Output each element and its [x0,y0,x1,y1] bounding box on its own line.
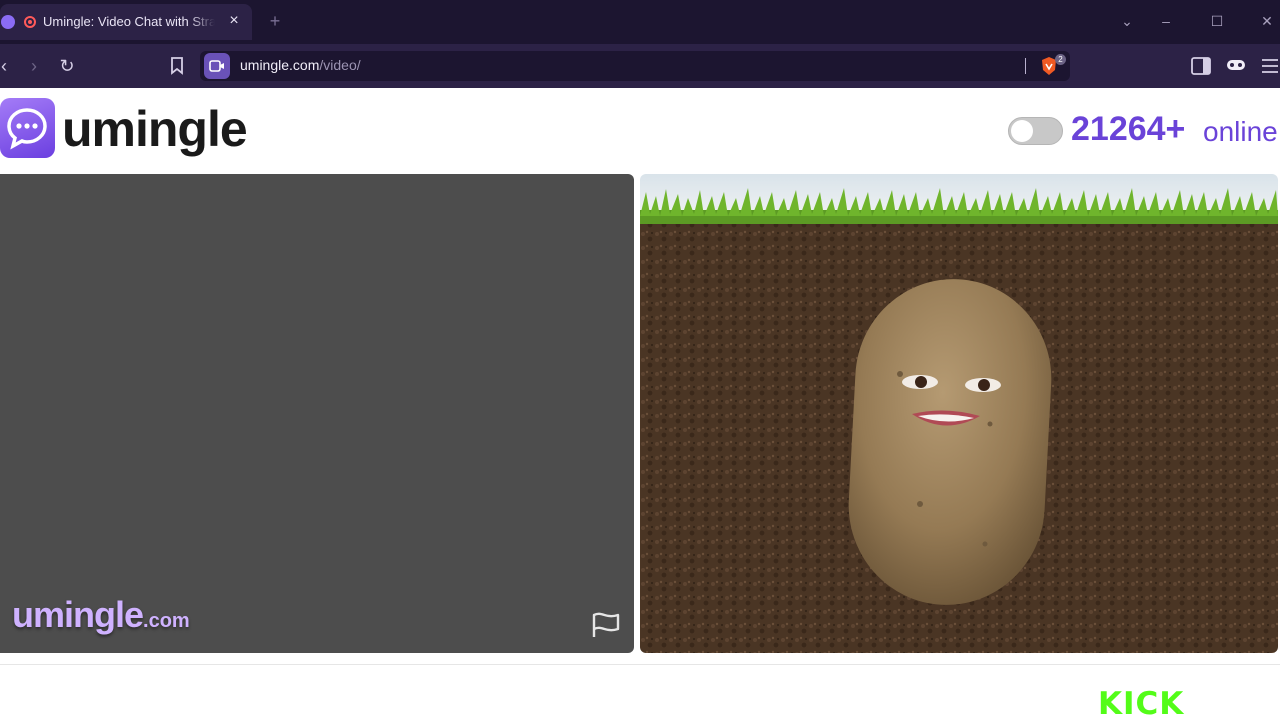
close-window-button[interactable]: ✕ [1256,10,1278,32]
stranger-video-frame [640,174,1278,653]
report-flag-icon[interactable] [590,609,622,639]
stranger-video-panel [640,174,1278,653]
tab-search-button[interactable]: ⌄ [1116,10,1138,32]
tab-title: Umingle: Video Chat with Strangers [43,14,215,29]
url-host: umingle.com [240,57,320,73]
brave-wallet-icon[interactable] [1224,54,1248,78]
back-button[interactable]: ‹ [0,54,16,78]
reload-button[interactable]: ↻ [55,54,79,78]
maximize-window-button[interactable]: ☐ [1206,10,1228,32]
brave-shields-count: 2 [1055,54,1066,65]
browser-tab-bar: Umingle: Video Chat with Strangers × + ⌄… [0,0,1280,44]
umingle-page: umingle 21264+ online umingle.com KICK [0,88,1280,722]
forward-button[interactable]: › [22,54,46,78]
bookmark-icon[interactable] [165,54,189,78]
menu-icon[interactable] [1258,54,1280,78]
minimize-window-button[interactable]: – [1155,10,1177,32]
url-text[interactable]: umingle.com/video/ [240,57,361,75]
kick-logo[interactable]: KICK [1098,686,1184,722]
umingle-favicon-icon [1,15,15,29]
browser-toolbar: ‹ › ↻ umingle.com/video/ 2 [0,44,1280,88]
dark-mode-toggle[interactable] [1008,117,1063,145]
umingle-logo-text[interactable]: umingle [62,100,248,157]
browser-tab-umingle[interactable]: Umingle: Video Chat with Strangers × [0,4,252,40]
url-divider [1025,58,1026,74]
toggle-knob [1011,120,1033,142]
sidebar-icon[interactable] [1189,54,1213,78]
site-video-icon [204,53,230,79]
online-label: online [1203,116,1278,147]
address-bar[interactable]: umingle.com/video/ 2 [200,51,1070,81]
online-count: 21264+ [1071,110,1186,148]
url-path: /video/ [319,57,361,73]
tab-close-button[interactable]: × [226,12,242,30]
umingle-chat-bubble-icon[interactable] [0,98,55,158]
watermark-domain: .com [143,610,190,632]
umingle-watermark: umingle.com [12,594,190,640]
local-video-panel: umingle.com [0,174,634,653]
new-tab-button[interactable]: + [266,10,284,32]
recording-indicator-icon [24,16,36,28]
watermark-main: umingle [12,594,144,635]
footer-divider [0,664,1280,665]
